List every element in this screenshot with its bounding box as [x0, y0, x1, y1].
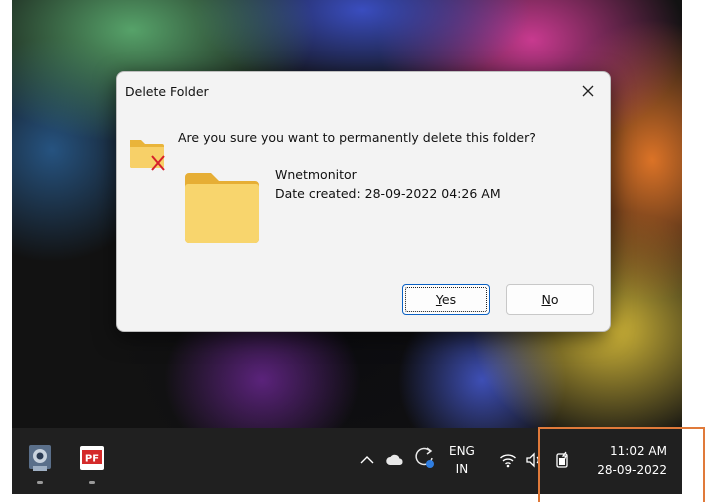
no-button[interactable]: No — [506, 284, 594, 315]
desktop-wallpaper: Delete Folder Are you sure you want to p… — [12, 0, 682, 428]
folder-name: Wnetmonitor — [275, 167, 357, 182]
clock-time: 11:02 AM — [610, 444, 667, 458]
system-clock[interactable]: 11:02 AM 28-09-2022 — [595, 442, 667, 480]
yes-button[interactable]: Yes — [402, 284, 490, 315]
battery-icon[interactable] — [554, 451, 572, 469]
taskbar-app-pdf[interactable]: PF — [78, 444, 106, 484]
cloud-icon[interactable] — [386, 451, 404, 469]
close-button[interactable] — [574, 78, 602, 104]
sync-icon[interactable] — [414, 446, 436, 470]
clock-date: 28-09-2022 — [597, 463, 667, 477]
delete-folder-dialog: Delete Folder Are you sure you want to p… — [116, 71, 611, 332]
svg-text:PF: PF — [85, 454, 99, 465]
volume-icon[interactable] — [525, 451, 543, 469]
pdf-app-icon: PF — [80, 446, 104, 470]
folder-delete-icon — [130, 140, 165, 171]
annotation-line-right — [703, 427, 705, 502]
confirmation-question: Are you sure you want to permanently del… — [178, 130, 536, 145]
running-indicator — [37, 481, 43, 484]
annotation-line-top — [538, 427, 705, 429]
chevron-up-icon[interactable] — [358, 451, 376, 469]
annotation-line-left — [538, 427, 540, 502]
wifi-icon[interactable] — [499, 451, 517, 469]
taskbar-app-webcam[interactable] — [26, 444, 54, 484]
close-icon — [582, 85, 594, 97]
dialog-title: Delete Folder — [125, 84, 209, 99]
folder-date-created: Date created: 28-09-2022 04:26 AM — [275, 186, 501, 201]
taskbar: PF ENG IN 11:02 AM 28-09-2022 — [12, 428, 682, 494]
focus-rectangle — [405, 287, 487, 312]
no-button-label: No — [541, 292, 559, 307]
running-indicator — [89, 481, 95, 484]
webcam-app-icon — [29, 445, 51, 471]
language-indicator[interactable]: ENG IN — [449, 442, 475, 478]
folder-icon — [185, 173, 259, 243]
